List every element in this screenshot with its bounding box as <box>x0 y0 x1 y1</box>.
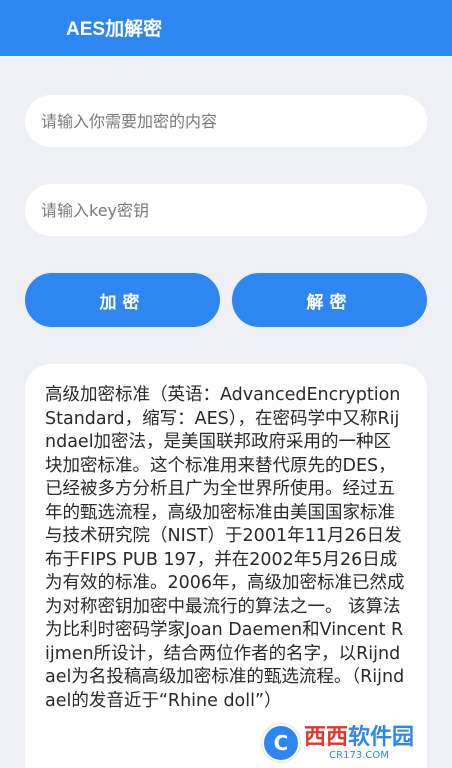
app-title: AES加解密 <box>66 19 163 40</box>
content-input-field[interactable] <box>25 95 427 147</box>
watermark-brand: 西西软件园 <box>304 724 415 750</box>
decrypt-button[interactable]: 解密 <box>232 273 427 327</box>
result-text: 高级加密标准（英语：AdvancedEncryptionStandard，缩写：… <box>45 385 405 711</box>
encrypt-button[interactable]: 加密 <box>25 273 220 327</box>
watermark-logo-icon: C <box>262 724 300 762</box>
result-panel[interactable]: 高级加密标准（英语：AdvancedEncryptionStandard，缩写：… <box>25 364 427 768</box>
key-input[interactable] <box>39 199 427 221</box>
watermark-text: 西西软件园 CR173.COM <box>304 724 415 761</box>
content-input[interactable] <box>39 110 427 132</box>
watermark-url: CR173.COM <box>329 749 389 761</box>
key-input-field[interactable] <box>25 184 427 236</box>
site-watermark: C 西西软件园 CR173.COM <box>262 718 452 768</box>
app-bar: AES加解密 <box>0 0 452 56</box>
